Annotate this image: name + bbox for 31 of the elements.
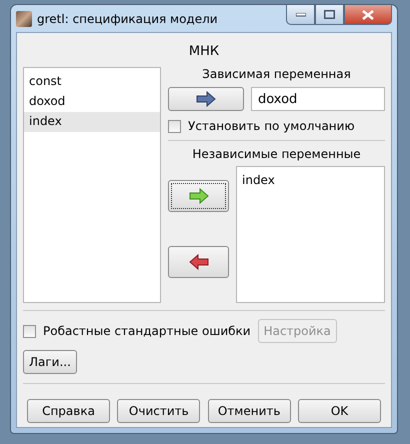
maximize-button[interactable] bbox=[315, 5, 344, 25]
dialog-button[interactable]: Очистить bbox=[117, 399, 200, 423]
arrow-right-icon bbox=[195, 91, 217, 107]
arrow-right-icon bbox=[188, 188, 210, 204]
variable-item[interactable]: const bbox=[24, 72, 160, 92]
checkbox[interactable] bbox=[23, 324, 36, 338]
minimize-icon bbox=[296, 12, 306, 16]
app-icon bbox=[16, 10, 32, 26]
set-dependent-button[interactable] bbox=[168, 87, 244, 111]
close-icon bbox=[362, 10, 374, 20]
variable-item[interactable]: doxod bbox=[24, 92, 160, 112]
lags-button[interactable]: Лаги... bbox=[23, 350, 77, 374]
independent-item[interactable]: index bbox=[237, 171, 384, 191]
variable-item[interactable]: index bbox=[24, 112, 160, 132]
window-title: gretl: спецификация модели bbox=[37, 12, 219, 26]
dialog-button[interactable]: Отменить bbox=[208, 399, 291, 423]
independent-label: Независимые переменные bbox=[191, 147, 362, 161]
maximize-icon bbox=[324, 10, 335, 19]
model-heading: МНК bbox=[188, 44, 220, 59]
arrow-left-icon bbox=[188, 254, 210, 270]
close-button[interactable] bbox=[344, 5, 392, 25]
checkbox[interactable] bbox=[168, 120, 181, 132]
checkbox-label: Робастные стандартные ошибки bbox=[43, 324, 251, 338]
dependent-label: Зависимая переменная bbox=[201, 67, 352, 81]
remove-button[interactable] bbox=[168, 246, 229, 278]
dialog-button[interactable]: Справка bbox=[27, 399, 110, 423]
minimize-button[interactable] bbox=[286, 5, 315, 25]
dialog-button[interactable]: OK bbox=[298, 399, 381, 423]
add-button[interactable] bbox=[168, 180, 229, 212]
dependent-field[interactable]: doxod bbox=[251, 87, 385, 111]
checkbox-label: Установить по умолчанию bbox=[188, 119, 355, 133]
